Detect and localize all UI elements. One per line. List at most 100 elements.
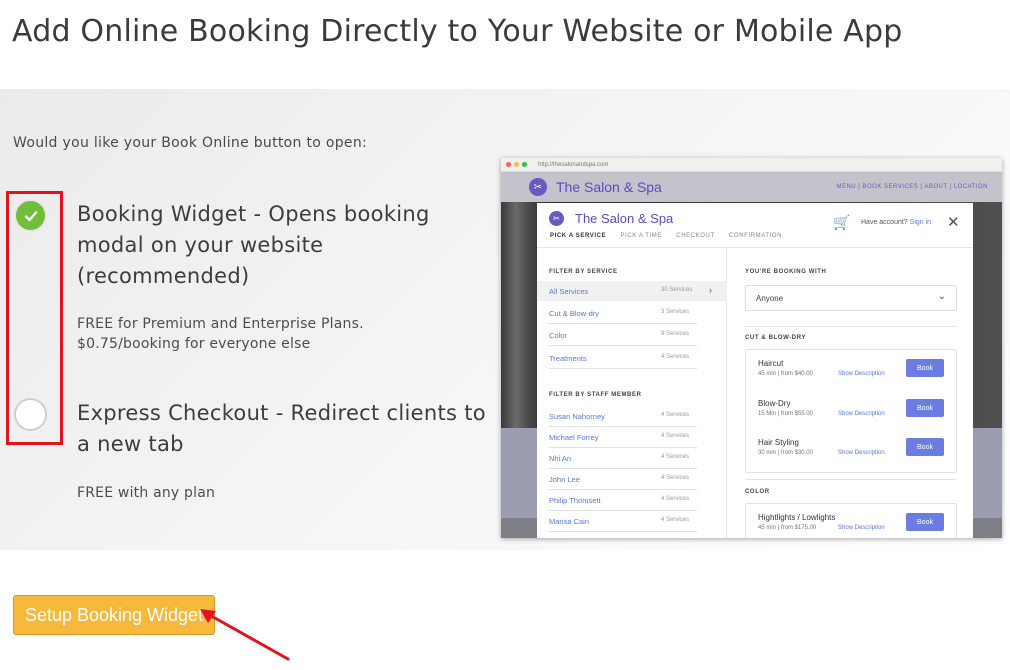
chevron-down-icon: ⌄ xyxy=(937,291,946,302)
staff-row: John Lee 4 Services xyxy=(537,469,727,489)
service-item: Hair Styling 30 min | from $30.00 Show D… xyxy=(746,431,958,469)
divider xyxy=(745,479,957,480)
step-confirmation: CONFIRMATION xyxy=(729,233,783,239)
close-dot-icon xyxy=(506,162,511,167)
step-pick-service: PICK A SERVICE xyxy=(550,233,607,239)
modal-header: ✂ The Salon & Spa PICK A SERVICE PICK A … xyxy=(537,203,973,248)
close-icon: ✕ xyxy=(947,213,960,231)
site-name: The Salon & Spa xyxy=(556,179,662,195)
service-item: Hightlights / Lowlights 45 min | from $1… xyxy=(746,506,958,538)
maximize-dot-icon xyxy=(522,162,527,167)
cut-section-label: CUT & BLOW-DRY xyxy=(745,335,807,341)
divider xyxy=(549,323,697,324)
staff-count: 4 Services xyxy=(661,412,690,418)
service-item: Haircut 45 min | from $40.00 Show Descri… xyxy=(746,352,958,390)
booking-with-label: YOU'RE BOOKING WITH xyxy=(745,269,827,275)
booking-widget-title[interactable]: Booking Widget - Opens booking modal on … xyxy=(77,199,487,292)
site-header: ✂ The Salon & Spa MENU | BOOK SERVICES |… xyxy=(501,172,1002,202)
service-item: Blow-Dry 15 Min | from $55.00 Show Descr… xyxy=(746,392,958,430)
staff-name: Michael Forrey xyxy=(549,433,599,442)
staff-name: Susan Nahorney xyxy=(549,412,605,421)
divider xyxy=(549,368,697,369)
setup-booking-widget-button[interactable]: Setup Booking Widget xyxy=(13,595,215,635)
service-row: Color 9 Services xyxy=(537,325,727,345)
divider xyxy=(745,326,957,327)
service-count: 4 Services xyxy=(661,354,690,360)
checkmark-icon xyxy=(24,210,37,221)
divider xyxy=(549,531,697,532)
cut-services-card: Haircut 45 min | from $40.00 Show Descri… xyxy=(745,349,957,473)
staff-name: Nhi An xyxy=(549,454,572,463)
divider xyxy=(549,345,697,346)
booking-widget-preview: http://thesalonandspa.com ✂ The Salon & … xyxy=(501,158,1002,538)
staff-count: 4 Services xyxy=(661,454,690,460)
show-description-link: Show Description xyxy=(838,450,885,456)
staff-name: Marisa Cain xyxy=(549,517,590,526)
staff-select-value: Anyone xyxy=(756,294,784,303)
express-checkout-title[interactable]: Express Checkout - Redirect clients to a… xyxy=(77,398,497,460)
sign-in-link: Sign in xyxy=(909,219,932,226)
book-button: Book xyxy=(906,359,944,377)
service-count: 9 Services xyxy=(661,331,690,337)
color-services-card: Hightlights / Lowlights 45 min | from $1… xyxy=(745,503,957,538)
booking-widget-desc-2: $0.75/booking for everyone else xyxy=(77,336,311,352)
service-item-name: Haircut xyxy=(758,359,784,368)
service-item-meta: 30 min | from $30.00 xyxy=(758,450,813,456)
staff-select: Anyone ⌄ xyxy=(745,285,957,311)
minimize-dot-icon xyxy=(514,162,519,167)
staff-count: 4 Services xyxy=(661,475,690,481)
staff-count: 4 Services xyxy=(661,433,690,439)
booking-modal: ✂ The Salon & Spa PICK A SERVICE PICK A … xyxy=(537,203,973,538)
filter-column: FILTER BY SERVICE All Services 30 Servic… xyxy=(537,249,727,538)
service-item-name: Hightlights / Lowlights xyxy=(758,513,836,522)
staff-name: John Lee xyxy=(549,475,580,484)
express-checkout-radio[interactable] xyxy=(14,398,47,431)
filter-staff-label: FILTER BY STAFF MEMBER xyxy=(549,392,642,398)
service-count: 30 Services xyxy=(661,287,693,293)
book-button: Book xyxy=(906,513,944,531)
book-button: Book xyxy=(906,399,944,417)
account-question: Have account? xyxy=(861,219,908,226)
staff-row: Michael Forrey 4 Services xyxy=(537,427,727,447)
service-count: 3 Services xyxy=(661,309,690,315)
filter-service-label: FILTER BY SERVICE xyxy=(549,269,618,275)
services-column: YOU'RE BOOKING WITH Anyone ⌄ CUT & BLOW-… xyxy=(727,249,973,538)
staff-count: 4 Services xyxy=(661,496,690,502)
service-item-meta: 45 min | from $175.00 xyxy=(758,525,817,531)
service-item-meta: 15 Min | from $55.00 xyxy=(758,411,813,417)
cart-icon: 🛒 xyxy=(833,215,851,231)
service-item-name: Blow-Dry xyxy=(758,399,791,408)
preview-url: http://thesalonandspa.com xyxy=(538,161,609,168)
page-title: Add Online Booking Directly to Your Webs… xyxy=(12,14,903,49)
step-checkout: CHECKOUT xyxy=(676,233,715,239)
staff-row: Philip Thomsett 4 Services xyxy=(537,490,727,510)
book-button: Book xyxy=(906,438,944,456)
show-description-link: Show Description xyxy=(838,525,885,531)
express-checkout-desc: FREE with any plan xyxy=(77,485,216,501)
staff-row: Marisa Cain 4 Services xyxy=(537,511,727,531)
service-row: Treatments 4 Services xyxy=(537,348,727,368)
booking-widget-desc: FREE for Premium and Enterprise Plans. xyxy=(77,316,364,332)
modal-logo-icon: ✂ xyxy=(549,211,564,226)
staff-row: Nhi An 4 Services xyxy=(537,448,727,468)
color-section-label: COLOR xyxy=(745,489,770,495)
booking-widget-radio[interactable] xyxy=(14,199,47,232)
chevron-right-icon: › xyxy=(709,285,712,295)
account-text: Have account? Sign in xyxy=(861,219,931,226)
show-description-link: Show Description xyxy=(838,371,885,377)
service-row: All Services 30 Services › xyxy=(537,281,727,301)
site-nav: MENU | BOOK SERVICES | ABOUT | LOCATION xyxy=(836,184,988,190)
red-arrow-annotation-icon xyxy=(200,609,290,661)
browser-bar: http://thesalonandspa.com xyxy=(501,158,1002,172)
service-row: Cut & Blow-dry 3 Services xyxy=(537,303,727,323)
service-item-name: Hair Styling xyxy=(758,438,799,447)
service-item-meta: 45 min | from $40.00 xyxy=(758,371,813,377)
salon-logo-icon: ✂ xyxy=(529,178,547,196)
service-name: Cut & Blow-dry xyxy=(549,309,600,318)
show-description-link: Show Description xyxy=(838,411,885,417)
service-name: Treatments xyxy=(549,354,587,363)
staff-row: Susan Nahorney 4 Services xyxy=(537,406,727,426)
modal-steps: PICK A SERVICE PICK A TIME CHECKOUT CONF… xyxy=(550,233,794,239)
staff-name: Philip Thomsett xyxy=(549,496,601,505)
service-name: Color xyxy=(549,331,567,340)
